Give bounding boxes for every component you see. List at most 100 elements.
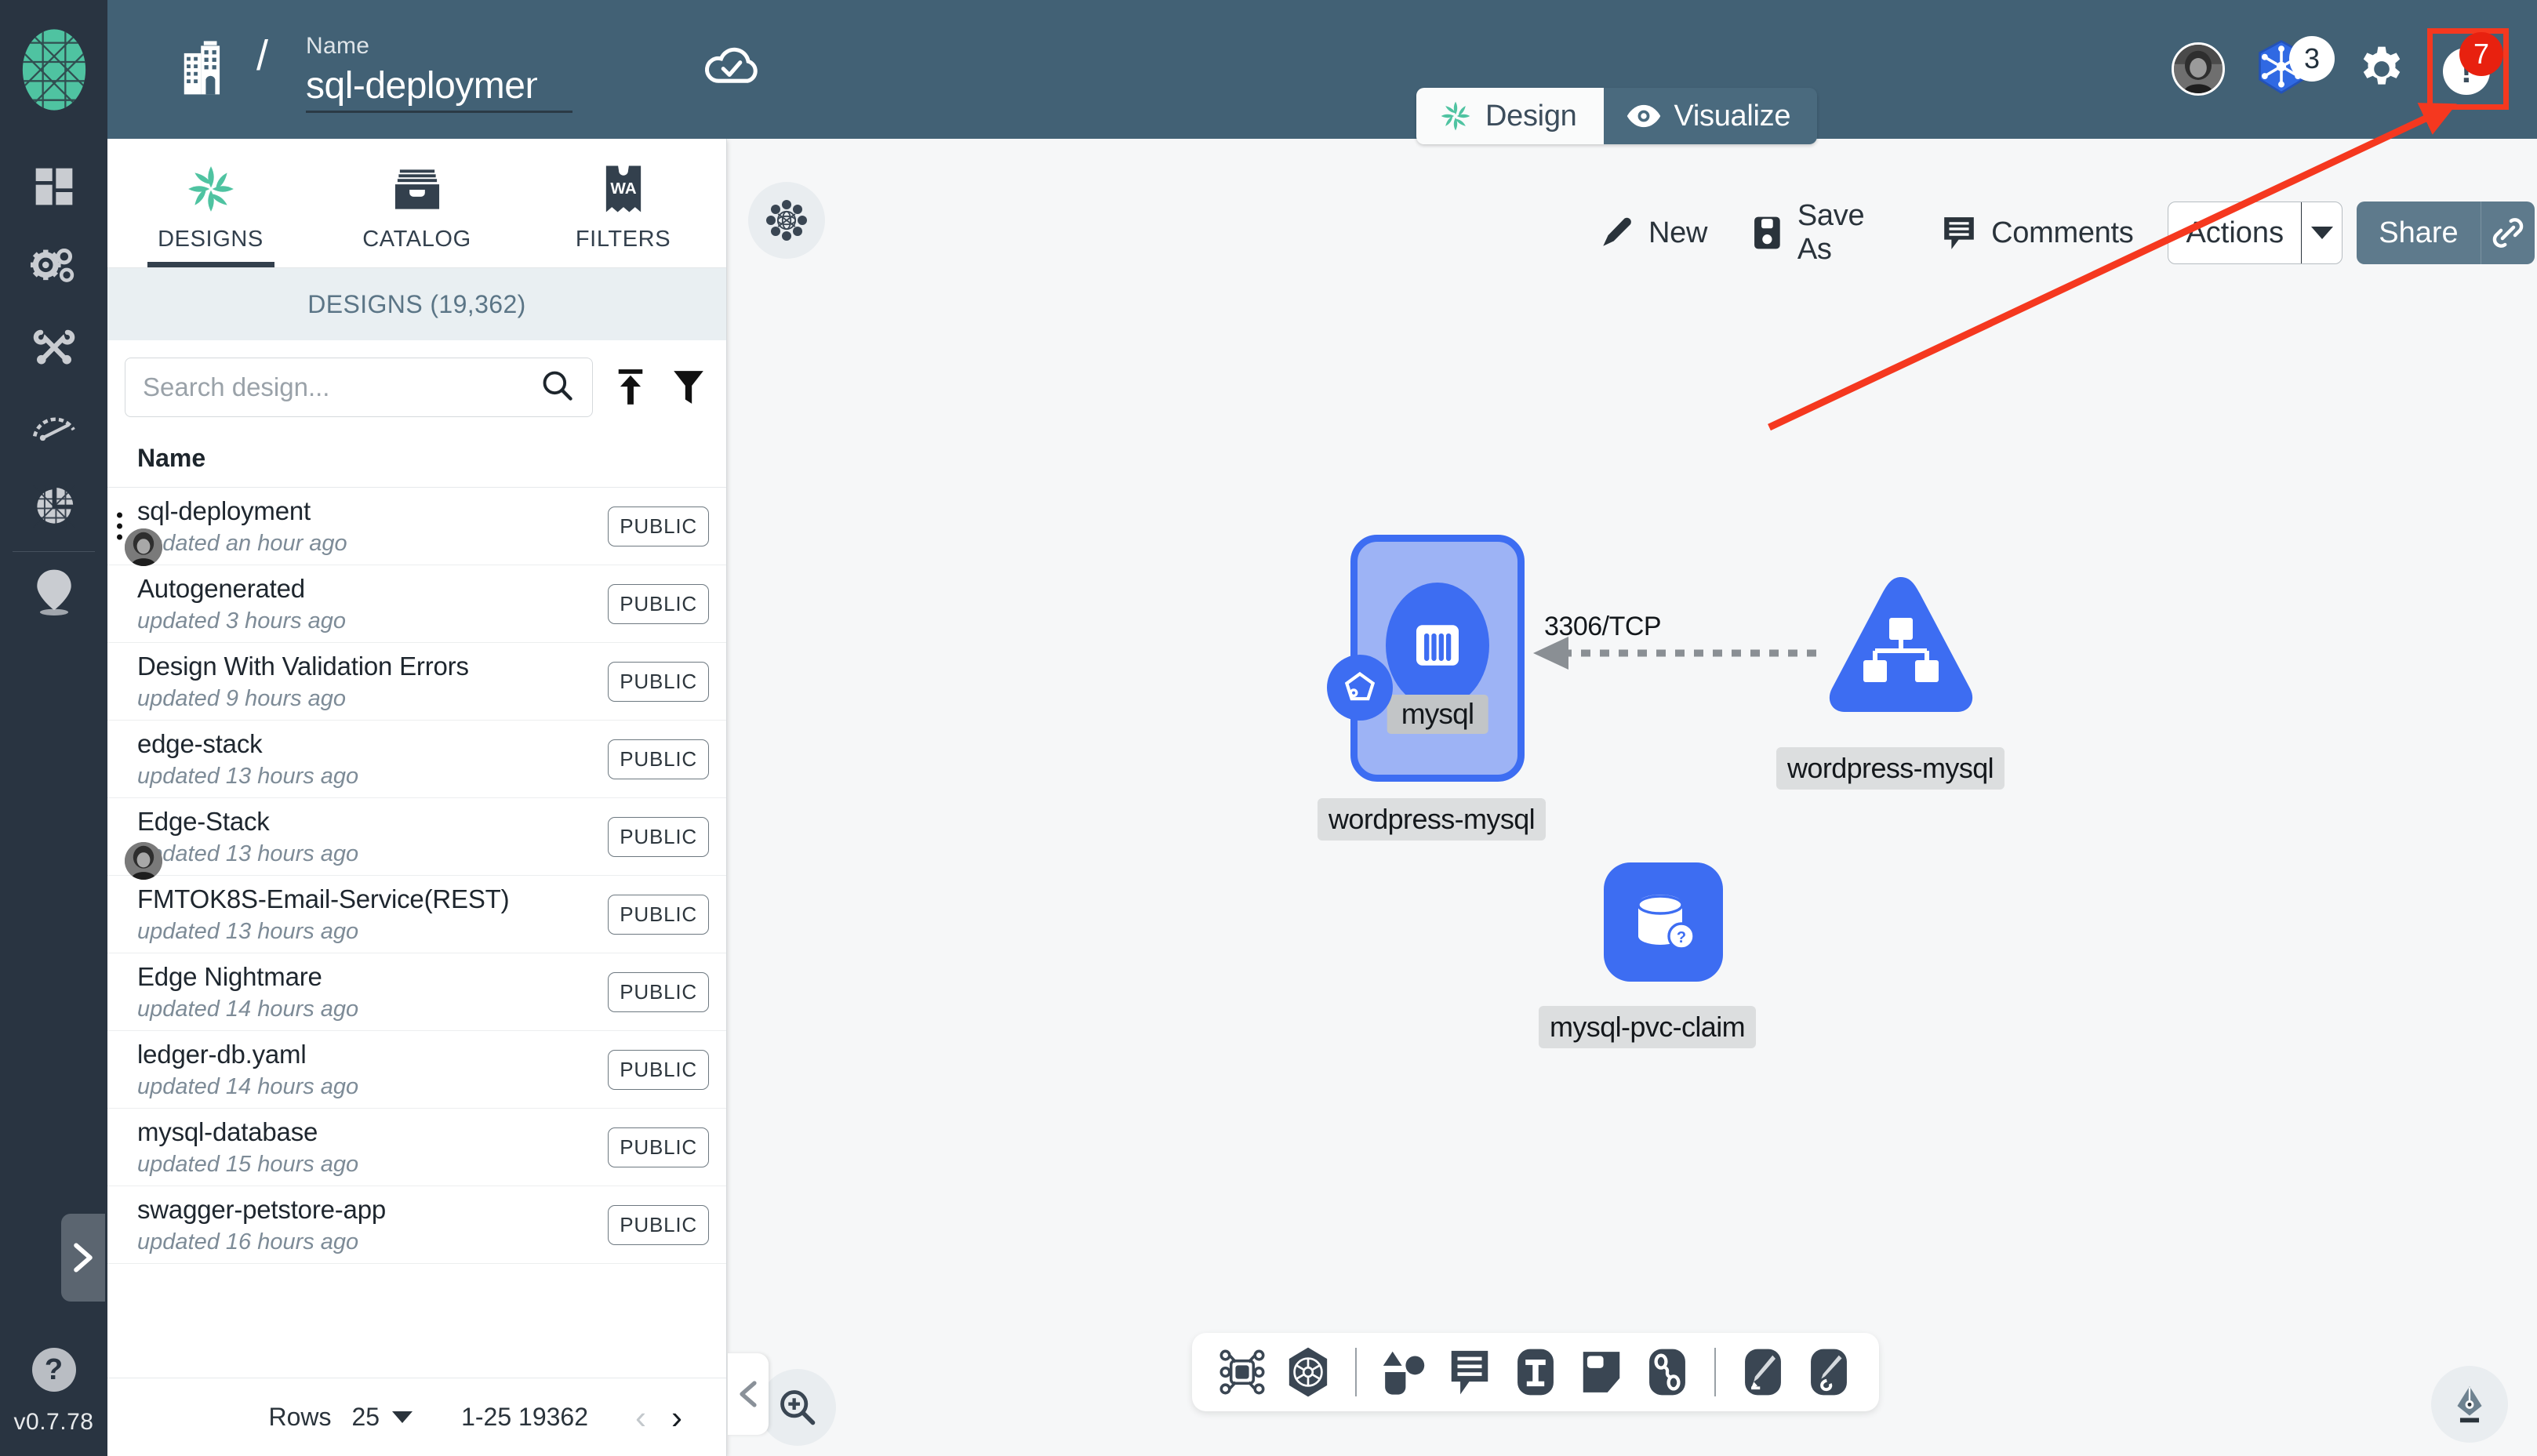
- share-button-label[interactable]: Share: [2357, 202, 2480, 264]
- list-item[interactable]: swagger-petstore-app updated 16 hours ag…: [107, 1186, 726, 1264]
- node-deployment-inner-label: mysql: [1387, 695, 1488, 734]
- connector-icon[interactable]: [1634, 1339, 1700, 1405]
- catalog-box-icon: [392, 162, 442, 216]
- list-item-updated: updated 13 hours ago: [137, 918, 359, 944]
- status-badge: PUBLIC: [608, 506, 709, 546]
- node-deployment-label: wordpress-mysql: [1318, 798, 1547, 841]
- sidebar-item-dashboard[interactable]: [0, 147, 107, 227]
- rows-per-page-select[interactable]: 25: [351, 1403, 413, 1432]
- sidebar-search-row: [107, 340, 726, 430]
- node-deployment-wordpress-mysql[interactable]: mysql: [1350, 535, 1525, 782]
- actions-dropdown[interactable]: Actions: [2168, 202, 2343, 264]
- comments-button[interactable]: Comments: [1919, 214, 2155, 252]
- meshery-logo-icon[interactable]: [0, 0, 107, 139]
- sidebar-item-configuration[interactable]: [0, 227, 107, 307]
- list-item[interactable]: Design With Validation Errors updated 9 …: [107, 643, 726, 721]
- filter-funnel-icon[interactable]: [668, 364, 709, 411]
- row-texts: Autogenerated updated 3 hours ago: [137, 574, 608, 634]
- canvas-top-toolbar: New Save As Comments Actions Share: [1576, 194, 2537, 271]
- list-item[interactable]: mysql-database updated 15 hours ago PUBL…: [107, 1109, 726, 1186]
- list-item-updated: updated 16 hours ago: [137, 1229, 359, 1254]
- list-item-updated: updated 13 hours ago: [137, 841, 359, 866]
- pagination-prev-button[interactable]: ‹: [623, 1400, 659, 1434]
- canvas-collapse-handle[interactable]: [728, 1353, 769, 1435]
- design-name-input[interactable]: [306, 64, 537, 107]
- pencil-icon: [1603, 217, 1631, 246]
- new-button[interactable]: New: [1576, 215, 1729, 251]
- tab-catalog[interactable]: CATALOG: [314, 139, 520, 267]
- pen-nib-icon[interactable]: [2431, 1366, 2508, 1443]
- list-item[interactable]: Edge-Stack updated 13 hours ago PUBLIC: [107, 798, 726, 880]
- list-item[interactable]: edge-stack updated 13 hours ago PUBLIC: [107, 721, 726, 798]
- tab-design[interactable]: Design: [1416, 88, 1604, 144]
- wasm-filter-icon: WA: [602, 162, 645, 216]
- caret-down-icon[interactable]: [2301, 202, 2342, 263]
- list-item-name: Design With Validation Errors: [137, 651, 469, 681]
- row-texts: FMTOK8S-Email-Service(REST) updated 13 h…: [137, 884, 608, 945]
- highlighter-icon[interactable]: [1796, 1339, 1862, 1405]
- list-item-updated: updated 14 hours ago: [137, 996, 359, 1022]
- sidebar-tabs: DESIGNS CATALOG WA FILTERS: [107, 139, 726, 268]
- sidebar-item-extensions[interactable]: [0, 467, 107, 546]
- comment-icon[interactable]: [1437, 1339, 1503, 1405]
- list-item[interactable]: ledger-db.yaml updated 14 hours ago PUBL…: [107, 1031, 726, 1109]
- list-item-updated: updated 3 hours ago: [137, 608, 347, 634]
- new-button-label: New: [1648, 216, 1708, 249]
- tab-filters[interactable]: WA FILTERS: [520, 139, 726, 267]
- sidebar-item-kanvas[interactable]: [0, 552, 107, 632]
- design-visualize-toggle: Design Visualize: [1416, 88, 1818, 144]
- text-tool-icon[interactable]: [1503, 1339, 1568, 1405]
- cloud-saved-icon[interactable]: [703, 43, 760, 93]
- settings-gear-icon[interactable]: [2352, 39, 2412, 99]
- zoom-in-icon[interactable]: [759, 1369, 836, 1446]
- design-canvas[interactable]: [728, 139, 2537, 1456]
- node-service-wordpress-mysql[interactable]: [1823, 572, 1979, 722]
- breadcrumb-separator: /: [256, 32, 269, 79]
- pen-tool-icon[interactable]: [1730, 1339, 1796, 1405]
- tab-designs[interactable]: DESIGNS: [107, 139, 314, 267]
- shapes-icon[interactable]: [1371, 1339, 1437, 1405]
- design-name-label: Name: [306, 33, 370, 59]
- row-menu-icon[interactable]: [117, 512, 122, 540]
- list-item[interactable]: sql-deployment updated an hour ago PUBLI…: [107, 488, 726, 566]
- kubernetes-connections-button[interactable]: 3: [2253, 36, 2335, 99]
- tab-visualize[interactable]: Visualize: [1603, 88, 1818, 144]
- save-as-button[interactable]: Save As: [1729, 199, 1919, 267]
- row-texts: sql-deployment updated an hour ago: [137, 496, 608, 557]
- sidebar-item-lifecycle[interactable]: [0, 307, 107, 387]
- sticky-note-icon[interactable]: [1568, 1339, 1634, 1405]
- link-icon[interactable]: [2480, 202, 2535, 264]
- pod-pentagon-icon[interactable]: [1327, 655, 1393, 721]
- row-texts: mysql-database updated 15 hours ago: [137, 1117, 608, 1178]
- tab-catalog-label: CATALOG: [362, 226, 471, 252]
- sidebar-expand-handle[interactable]: [61, 1214, 105, 1302]
- node-pvc-mysql-pvc-claim[interactable]: ?: [1604, 862, 1723, 982]
- search-icon[interactable]: [540, 369, 575, 407]
- search-input[interactable]: [143, 372, 540, 402]
- comment-icon: [1944, 217, 1974, 249]
- search-input-wrapper[interactable]: [125, 358, 593, 417]
- node-service-label: wordpress-mysql: [1776, 747, 2005, 790]
- status-badge: PUBLIC: [608, 1127, 709, 1167]
- sidebar-item-performance[interactable]: [0, 387, 107, 467]
- k8s-deployment-icon: [1386, 583, 1489, 708]
- list-item[interactable]: FMTOK8S-Email-Service(REST) updated 13 h…: [107, 876, 726, 953]
- tab-filters-label: FILTERS: [575, 226, 671, 252]
- organization-building-icon[interactable]: [180, 39, 229, 101]
- avatar[interactable]: [2172, 42, 2225, 96]
- row-texts: edge-stack updated 13 hours ago: [137, 729, 608, 790]
- upload-icon[interactable]: [610, 364, 651, 411]
- actions-button-label[interactable]: Actions: [2168, 202, 2301, 263]
- notifications-bell-button[interactable]: ! 7: [2427, 28, 2509, 110]
- fit-to-screen-network-icon[interactable]: [748, 182, 825, 259]
- kubernetes-helm-icon[interactable]: [1275, 1339, 1341, 1405]
- list-item[interactable]: Edge Nightmare updated 14 hours ago PUBL…: [107, 953, 726, 1031]
- status-badge: PUBLIC: [608, 894, 709, 935]
- topology-icon[interactable]: [1209, 1339, 1275, 1405]
- help-icon[interactable]: ?: [31, 1348, 76, 1392]
- pagination-next-button[interactable]: ›: [659, 1400, 695, 1434]
- list-item[interactable]: Autogenerated updated 3 hours ago PUBLIC: [107, 565, 726, 643]
- share-button-group[interactable]: Share: [2357, 202, 2535, 264]
- list-item-name: Edge-Stack: [137, 806, 270, 836]
- app-root: ? v0.7.78 / Name Design Visualize: [0, 0, 2537, 1456]
